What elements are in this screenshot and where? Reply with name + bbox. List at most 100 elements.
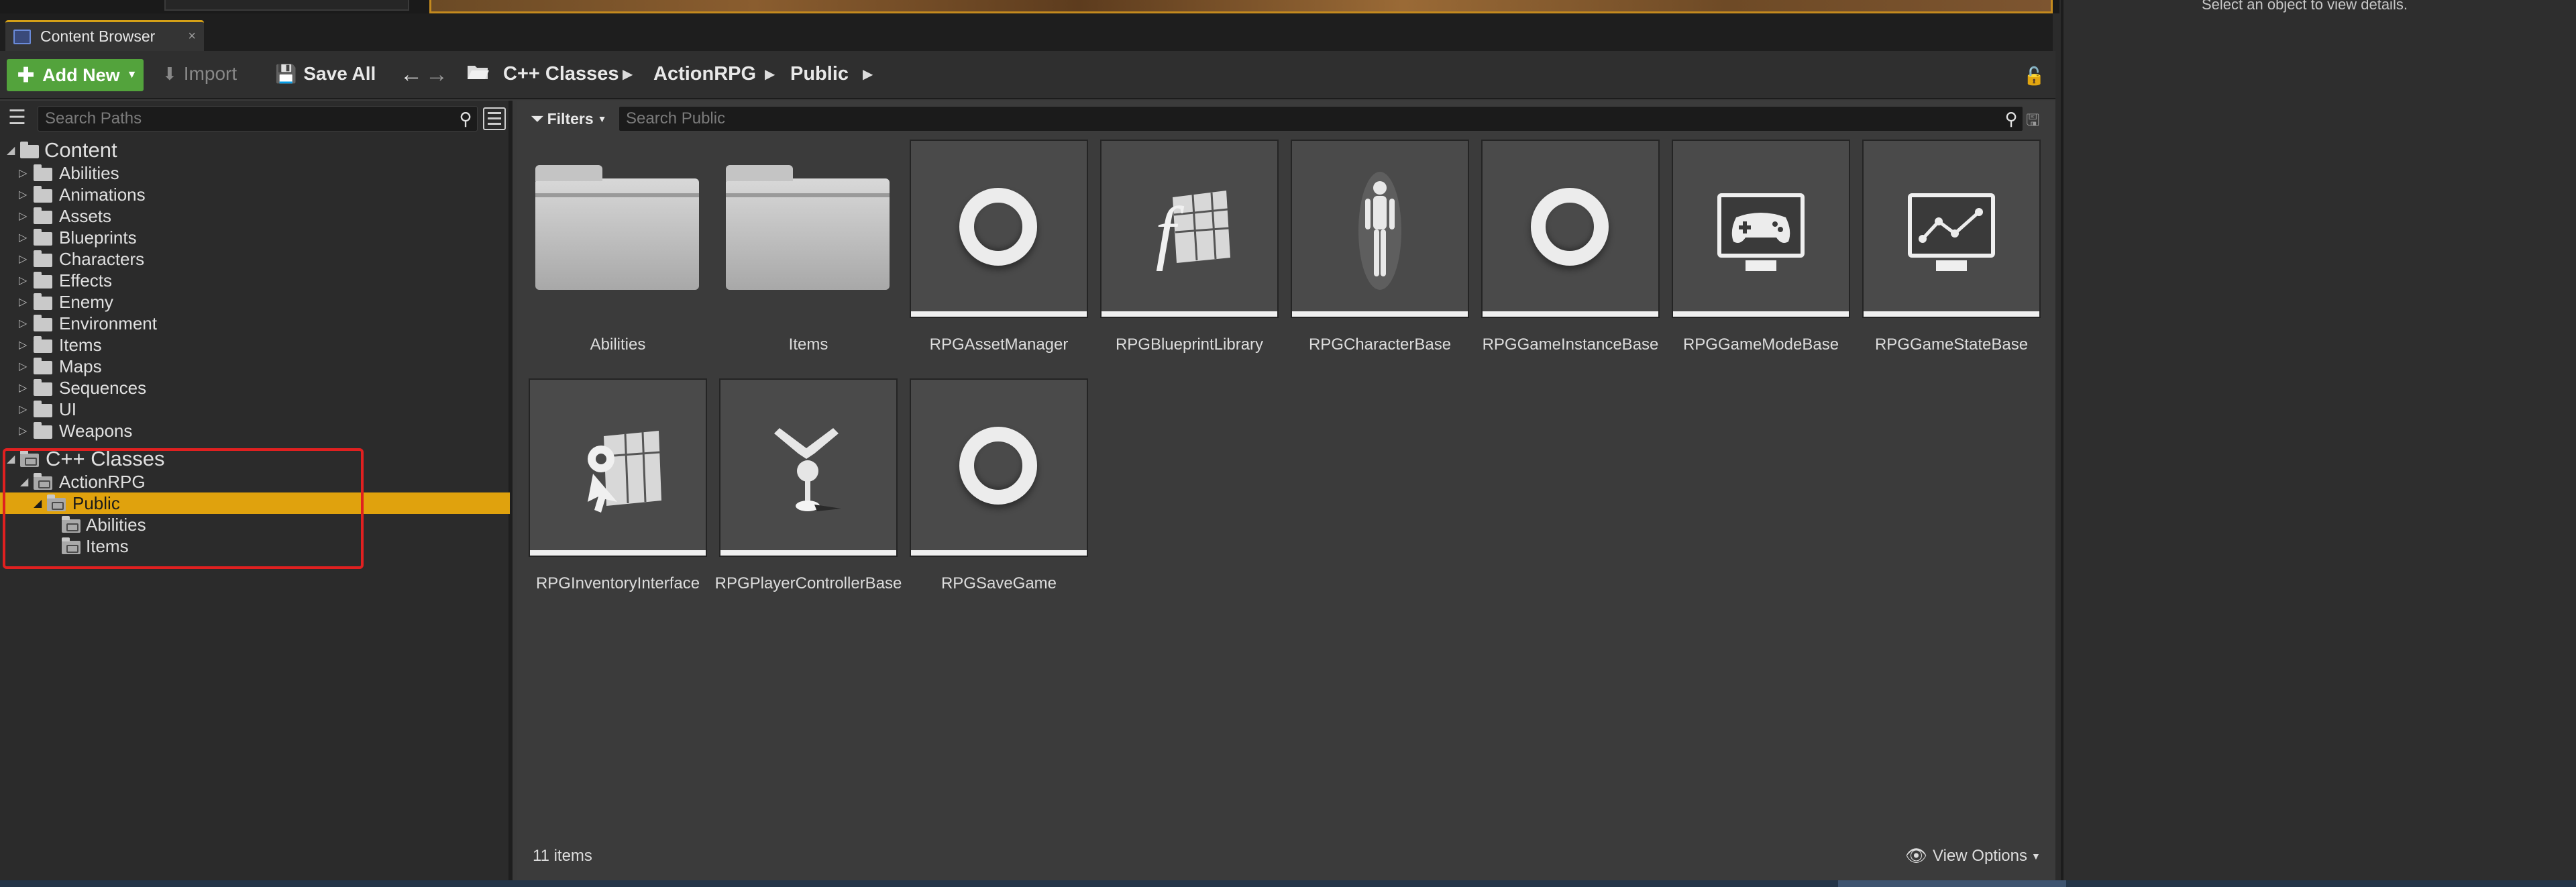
collapsed-arrow-icon[interactable]: ▷ [19,424,27,437]
tree-item-folder[interactable]: ▷ Abilities [0,162,510,184]
asset-thumbnail [1292,141,1468,317]
breadcrumb-actionrpg[interactable]: ActionRPG [653,63,756,85]
breadcrumb-cpp-classes[interactable]: C++ Classes [503,63,619,85]
folder-icon [34,250,52,267]
folder-icon [34,401,52,417]
folder-icon [34,336,52,353]
collapsed-arrow-icon[interactable]: ▷ [19,231,27,244]
collapsed-arrow-icon[interactable]: ▷ [19,188,27,201]
save-icon: 💾 [275,63,297,84]
details-panel [2061,0,2576,887]
tree-item-label: Enemy [59,291,113,312]
character-icon [1358,172,1401,290]
add-new-label: Add New [42,64,120,85]
collapsed-arrow-icon[interactable]: ▷ [19,360,27,373]
collapsed-arrow-icon[interactable]: ▷ [19,252,27,266]
folder-icon [34,272,52,289]
collapsed-arrow-icon[interactable]: ▷ [19,403,27,416]
tree-item-folder[interactable]: ▷ Items [0,334,510,356]
chevron-down-icon: ▼ [597,113,607,124]
class-icon [959,188,1037,266]
add-new-button[interactable]: ✚ Add New ▼ [7,59,144,91]
breadcrumb-separator-icon[interactable]: ▶ [863,66,873,83]
folder-icon [34,164,52,181]
search-assets-input[interactable] [619,109,2000,129]
collapsed-arrow-icon[interactable]: ▷ [19,338,27,352]
collapsed-arrow-icon[interactable]: ▷ [19,295,27,309]
tree-item-folder[interactable]: ▷ Effects [0,270,510,291]
tree-item-folder[interactable]: ▷ Sequences [0,377,510,399]
collapsed-arrow-icon[interactable]: ▷ [19,274,27,287]
eye-icon: 👁 [1905,845,1928,866]
asset-name: RPGAssetManager [929,335,1069,354]
import-button[interactable]: ⬇ Import [162,63,237,85]
save-search-icon[interactable]: 🖫 [2026,109,2046,129]
search-assets-field[interactable]: ⚲ [619,106,2023,132]
expand-arrow-icon[interactable]: ◢ [7,144,15,157]
folder-icon [34,379,52,396]
search-paths-input[interactable] [38,109,454,129]
tree-item-content[interactable]: ◢ Content [0,138,510,162]
asset-thumbnail [1673,141,1849,317]
collapsed-arrow-icon[interactable]: ▷ [19,317,27,330]
view-options-button[interactable]: 👁 View Options ▼ [1905,845,2041,866]
tree-item-label: Effects [59,270,113,291]
tree-item-folder[interactable]: ▷ Weapons [0,420,510,441]
view-options-icon[interactable] [483,107,506,130]
asset-thumbnail [911,380,1087,556]
folder-icon [34,293,52,310]
function-library-icon: f [1155,191,1230,271]
level-viewport[interactable] [429,0,2053,13]
folder-open-icon[interactable] [467,63,490,81]
tree-item-folder[interactable]: ▷ Animations [0,184,510,205]
import-icon: ⬇ [162,63,177,84]
tree-item-folder[interactable]: ▷ UI [0,399,510,420]
collapsed-arrow-icon[interactable]: ▷ [19,209,27,223]
folder-icon [34,207,52,224]
forward-arrow-icon[interactable]: → [425,62,448,88]
asset-thumbnail: f [1102,141,1277,317]
tree-item-folder[interactable]: ▷ Characters [0,248,510,270]
taskbar-item[interactable] [1838,880,2066,887]
asset-thumbnail [530,141,706,317]
search-paths-field[interactable]: ⚲ [38,106,478,132]
tree-item-label: Environment [59,313,157,333]
save-all-button[interactable]: 💾 Save All [275,63,376,85]
collapsed-arrow-icon[interactable]: ▷ [19,381,27,395]
tree-item-label: Assets [59,205,112,226]
tree-item-folder[interactable]: ▷ Maps [0,356,510,377]
tab-close-button[interactable]: × [188,29,196,44]
tab-content-browser[interactable]: Content Browser × [5,20,204,51]
tree-item-folder[interactable]: ▷ Assets [0,205,510,227]
asset-name: RPGGameModeBase [1682,335,1839,354]
game-mode-icon [1717,193,1805,258]
tree-item-folder[interactable]: ▷ Blueprints [0,227,510,248]
tree-item-label: Blueprints [59,227,137,248]
tab-bar [0,13,2053,51]
search-icon[interactable]: ⚲ [454,109,477,129]
folder-icon [535,165,699,290]
tab-label: Content Browser [40,28,156,45]
lock-icon[interactable]: 🔓 [2023,66,2045,87]
tree-item-label: Maps [59,356,102,376]
filters-button[interactable]: ⏷ Filters ▼ [531,107,607,130]
breadcrumb-separator-icon[interactable]: ▶ [623,66,633,83]
breadcrumb-separator-icon[interactable]: ▶ [765,66,775,83]
breadcrumb-public[interactable]: Public [790,63,849,85]
asset-name: RPGCharacterBase [1308,335,1452,354]
player-controller-icon [774,428,841,511]
tree-item-label: Characters [59,248,145,269]
folder-icon [34,358,52,374]
sources-toggle-icon[interactable]: ☰ [8,107,32,129]
search-icon[interactable]: ⚲ [2000,109,2023,129]
asset-thumbnail [1483,141,1658,317]
asset-name: RPGSaveGame [941,574,1057,592]
tree-item-folder[interactable]: ▷ Enemy [0,291,510,313]
class-icon [1531,188,1609,266]
tree-item-label: Abilities [59,162,119,183]
tree-item-folder[interactable]: ▷ Environment [0,313,510,334]
save-all-label: Save All [303,63,376,84]
back-arrow-icon[interactable]: ← [400,62,423,88]
asset-name: RPGBlueprintLibrary [1115,335,1264,354]
collapsed-arrow-icon[interactable]: ▷ [19,166,27,180]
